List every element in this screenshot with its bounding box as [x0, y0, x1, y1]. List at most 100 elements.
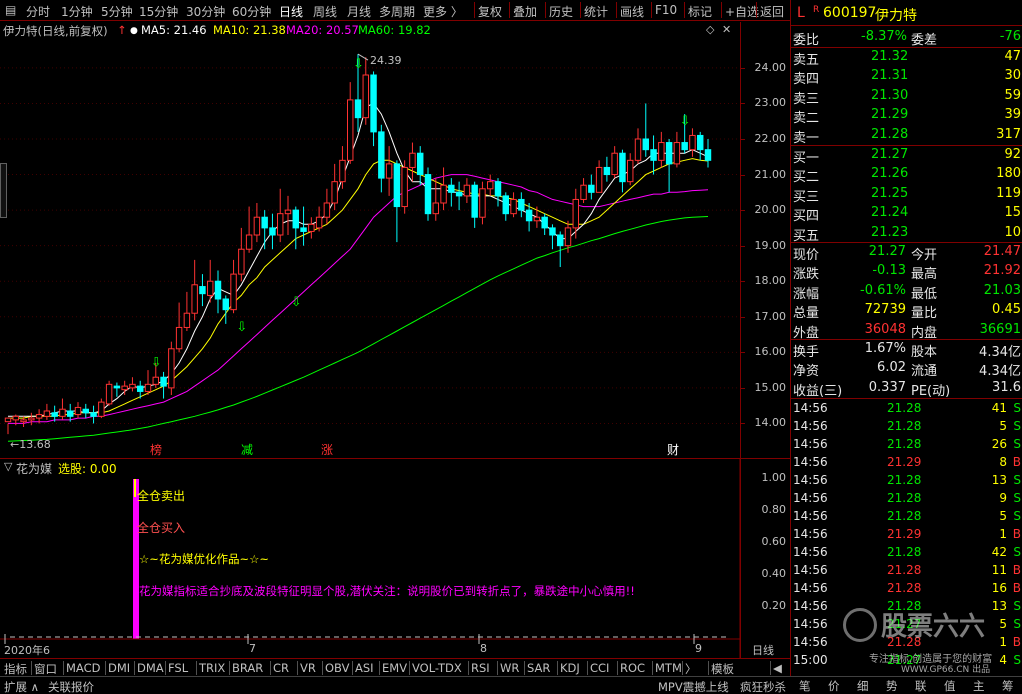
- candlestick-chart[interactable]: 24.39 ←13.68 ⇩ ⇩ ⇩ ⇩ ⇩ 榜 减 涨 财: [0, 38, 740, 458]
- period-tab-8[interactable]: 月线: [347, 3, 371, 20]
- indicator-tab-18[interactable]: CCI: [590, 661, 609, 675]
- event-marker[interactable]: 减: [241, 443, 253, 457]
- candle-body: [82, 408, 90, 414]
- candle: [455, 181, 463, 211]
- tab-divider: [297, 661, 298, 675]
- indicator-tab-7[interactable]: BRAR: [232, 661, 263, 675]
- mpv-promo-link[interactable]: MPV震撼上线: [658, 679, 729, 694]
- bullet-icon: ●: [130, 26, 138, 36]
- tick-row: 14:56 21.29 1 B: [791, 526, 1022, 544]
- toolbar-button-7[interactable]: +自选: [725, 3, 759, 20]
- candle-body: [300, 227, 307, 232]
- quote-tab-5[interactable]: 值: [944, 678, 956, 694]
- period-tab-0[interactable]: 分时: [26, 3, 50, 20]
- period-toolbar: 分时 1分钟 5分钟 15分钟 30分钟 60分钟 日线 周线 月线 多周期 更多 〉 ▤ 复权 叠加 历史…: [0, 0, 790, 21]
- indicator-tab-11[interactable]: ASI: [355, 661, 374, 675]
- indicator-tab-20[interactable]: MTM: [655, 661, 682, 675]
- indicator-tab-19[interactable]: ROC: [620, 661, 645, 675]
- indicator-tab-0[interactable]: 指标: [4, 661, 27, 677]
- indicator-tab-13[interactable]: VOL-TDX: [412, 661, 462, 675]
- quote-tab-6[interactable]: 主: [973, 678, 985, 694]
- candle: [487, 174, 494, 196]
- menu-icon[interactable]: ▤: [5, 3, 16, 17]
- period-tab-2[interactable]: 5分钟: [101, 3, 133, 20]
- scroll-handle[interactable]: [0, 163, 7, 218]
- close-icon[interactable]: ✕: [722, 23, 731, 36]
- period-tab-4[interactable]: 30分钟: [186, 3, 225, 20]
- quote-tab-4[interactable]: 联: [915, 678, 927, 694]
- toolbar-button-4[interactable]: 画线: [620, 3, 644, 20]
- stat-label: 涨跌: [793, 267, 820, 283]
- bid-price: 21.27: [871, 147, 909, 162]
- expand-button[interactable]: 扩展 ∧: [4, 679, 39, 694]
- indicator-tab-10[interactable]: OBV: [325, 661, 349, 675]
- indicator-tab-5[interactable]: FSL: [168, 661, 188, 675]
- bid-row: 买三 21.25 119: [791, 185, 1022, 205]
- candle-body: [28, 417, 35, 421]
- tick-volume: 42: [991, 545, 1007, 559]
- related-quote-button[interactable]: 关联报价: [48, 679, 94, 694]
- indicator-tab-12[interactable]: EMV: [382, 661, 407, 675]
- quote-tab-3[interactable]: 势: [886, 678, 898, 694]
- candle-body: [448, 184, 455, 193]
- quote-tab-2[interactable]: 细: [857, 678, 869, 694]
- indicator-tab-17[interactable]: KDJ: [560, 661, 580, 675]
- indicator-tab-22[interactable]: 模板: [711, 661, 734, 677]
- toolbar-button-5[interactable]: F10: [655, 3, 677, 17]
- indicator-tab-9[interactable]: VR: [300, 661, 316, 675]
- tab-divider: [270, 661, 271, 675]
- toolbar-button-1[interactable]: 叠加: [513, 3, 537, 20]
- candle: [331, 163, 338, 211]
- candle: [704, 139, 712, 168]
- stock-name: 伊力特: [875, 8, 917, 24]
- indicator-toggle-icon[interactable]: ▽: [4, 460, 12, 473]
- indicator-select-value: 选股: 0.00: [58, 462, 117, 476]
- fundamental-label: 净资: [793, 364, 820, 380]
- period-tab-5[interactable]: 60分钟: [232, 3, 271, 20]
- period-tab-10[interactable]: 更多 〉: [423, 3, 463, 20]
- indicator-tab-8[interactable]: CR: [273, 661, 289, 675]
- indicator-tab-6[interactable]: TRIX: [199, 661, 225, 675]
- low-label: ←13.68: [10, 438, 51, 451]
- toolbar-button-0[interactable]: 复权: [478, 3, 502, 20]
- candle: [261, 210, 268, 250]
- indicator-tab-4[interactable]: DMA: [137, 661, 164, 675]
- diamond-icon[interactable]: ◇: [706, 23, 714, 36]
- toolbar-button-3[interactable]: 统计: [584, 3, 608, 20]
- quote-tab-7[interactable]: 筹: [1002, 678, 1014, 694]
- period-tab-6[interactable]: 日线: [279, 3, 303, 20]
- event-marker[interactable]: 财: [667, 443, 679, 457]
- tick-side: B: [1012, 581, 1021, 595]
- indicator-tab-23[interactable]: ◀: [773, 661, 782, 675]
- stat-label: 现价: [793, 248, 820, 263]
- indicator-tab-15[interactable]: WR: [500, 661, 519, 675]
- period-tab-7[interactable]: 周线: [313, 3, 337, 20]
- indicator-tab-14[interactable]: RSI: [471, 661, 490, 675]
- event-marker[interactable]: 榜: [150, 442, 162, 457]
- tick-volume: 41: [991, 401, 1007, 415]
- indicator-tab-3[interactable]: DMI: [108, 661, 130, 675]
- period-tab-3[interactable]: 15分钟: [139, 3, 178, 20]
- quote-tab-1[interactable]: 价: [828, 678, 840, 694]
- bid-label: 买三: [793, 189, 820, 205]
- ma60-line: [7, 216, 709, 442]
- period-tab-1[interactable]: 1分钟: [61, 3, 93, 20]
- indicator-tab-16[interactable]: SAR: [527, 661, 550, 675]
- flash-sale-link[interactable]: 疯狂秒杀: [740, 679, 786, 694]
- indicator-tab-21[interactable]: 〉: [685, 661, 697, 677]
- period-tab-9[interactable]: 多周期: [379, 3, 415, 20]
- toolbar-button-6[interactable]: 标记: [688, 3, 712, 20]
- event-marker[interactable]: 涨: [321, 442, 333, 457]
- candle-body: [90, 412, 97, 417]
- weibi-label: 委比: [793, 33, 820, 48]
- fundamental-label: 换手: [793, 345, 820, 360]
- candle-body: [650, 149, 657, 161]
- indicator-tab-2[interactable]: MACD: [66, 661, 100, 675]
- toolbar-button-8[interactable]: 返回: [760, 3, 784, 20]
- toolbar-button-2[interactable]: 历史: [549, 3, 573, 20]
- indicator-tab-1[interactable]: 窗口: [34, 661, 57, 677]
- quote-tab-0[interactable]: 笔: [799, 678, 811, 694]
- tab-divider: [165, 661, 166, 675]
- tab-divider: [557, 661, 558, 675]
- candle-body: [308, 223, 315, 232]
